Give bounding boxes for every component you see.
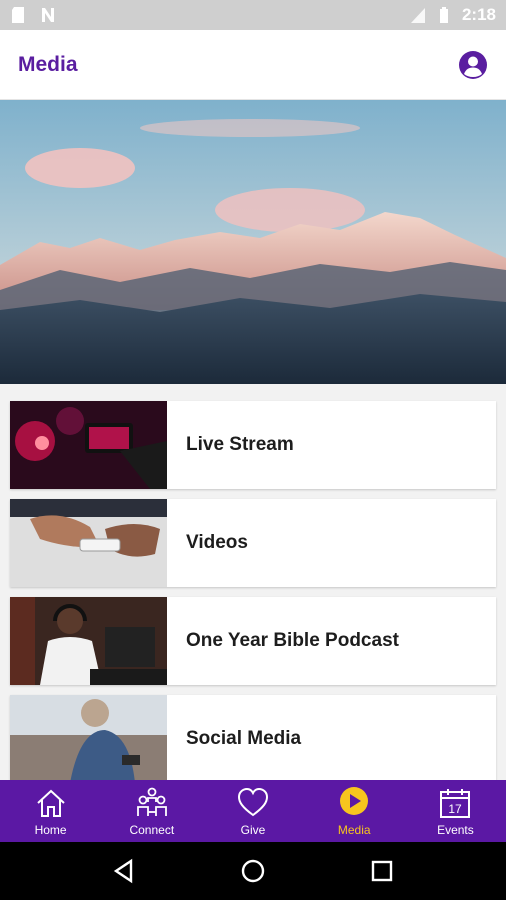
media-list: Live Stream Videos One Year Bible Podcas… — [0, 384, 506, 780]
podcast-thumbnail — [10, 597, 167, 685]
nav-label: Home — [34, 823, 67, 837]
home-icon — [36, 789, 65, 817]
sd-card-icon — [12, 7, 24, 23]
calendar-icon: 17 — [440, 789, 471, 818]
people-icon — [136, 787, 167, 816]
nav-label: Events — [437, 823, 474, 837]
home-circle-icon[interactable] — [240, 858, 266, 884]
heart-icon — [237, 787, 269, 817]
media-item-live-stream[interactable]: Live Stream — [10, 401, 496, 489]
media-item-label: One Year Bible Podcast — [186, 630, 399, 651]
live-stream-thumbnail — [10, 401, 167, 489]
n-notification-icon — [42, 8, 54, 22]
page-title: Media — [18, 52, 78, 76]
nav-give[interactable]: Give — [202, 780, 303, 842]
play-icon — [340, 787, 369, 815]
media-item-label: Social Media — [186, 728, 302, 749]
status-time: 2:18 — [461, 5, 496, 24]
nav-media[interactable]: Media — [304, 780, 405, 842]
status-bar: 2:18 — [0, 0, 506, 30]
media-item-one-year-bible-podcast[interactable]: One Year Bible Podcast — [10, 597, 496, 685]
hero-image — [0, 100, 506, 384]
media-item-label: Live Stream — [186, 434, 294, 455]
media-item-social-media[interactable]: Social Media — [10, 695, 496, 780]
social-media-thumbnail — [10, 695, 167, 780]
nav-events[interactable]: 17 Events — [405, 780, 506, 842]
nav-connect[interactable]: Connect — [101, 780, 202, 842]
nav-label: Media — [337, 823, 371, 837]
profile-icon[interactable] — [458, 50, 488, 80]
back-icon[interactable] — [111, 858, 137, 884]
nav-label: Give — [240, 823, 266, 837]
nav-label: Connect — [129, 823, 175, 837]
videos-thumbnail — [10, 499, 167, 587]
system-navigation-bar — [0, 842, 506, 900]
calendar-day-number: 17 — [449, 802, 463, 816]
media-item-videos[interactable]: Videos — [10, 499, 496, 587]
signal-icon — [410, 8, 425, 23]
nav-home[interactable]: Home — [0, 780, 101, 842]
battery-icon — [439, 7, 448, 23]
app-bar: Media — [0, 30, 506, 100]
recents-icon[interactable] — [369, 858, 395, 884]
bottom-navigation: Home Connect Give Media 17 Events — [0, 780, 506, 842]
media-item-label: Videos — [186, 532, 248, 553]
